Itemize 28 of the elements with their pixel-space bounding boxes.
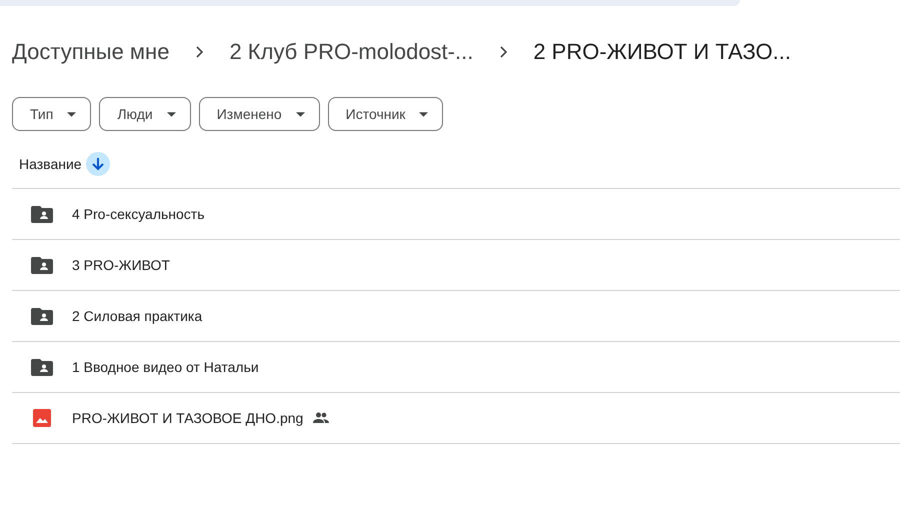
shared-folder-icon xyxy=(31,357,53,377)
breadcrumb-link[interactable]: Доступные мне xyxy=(12,39,170,65)
filter-chip[interactable]: Люди xyxy=(99,97,191,131)
file-row[interactable]: 3 PRO-ЖИВОТ xyxy=(12,240,900,291)
caret-icon xyxy=(296,112,305,116)
file-name: 1 Вводное видео от Натальи xyxy=(72,359,259,375)
column-header[interactable]: Название xyxy=(19,156,82,172)
filter-chip[interactable]: Тип xyxy=(12,97,92,131)
breadcrumb-link[interactable]: 2 PRO-ЖИВОТ И ТАЗО... xyxy=(533,39,791,65)
caret-icon xyxy=(419,112,428,116)
filter-chip[interactable]: Источник xyxy=(328,97,444,131)
file-name: PRO-ЖИВОТ И ТАЗОВОЕ ДНО.png xyxy=(72,410,304,426)
file-name: 2 Силовая практика xyxy=(72,308,202,324)
shared-folder-icon xyxy=(31,255,53,275)
filter-chip[interactable]: Изменено xyxy=(198,97,320,131)
caret-icon xyxy=(166,112,176,116)
people-icon xyxy=(313,412,330,424)
file-row[interactable]: 2 Силовая практика xyxy=(12,291,900,342)
caret-icon xyxy=(67,112,76,116)
shared-folder-icon xyxy=(31,204,53,224)
file-name: 4 Pro-сексуальность xyxy=(72,206,205,222)
file-row[interactable]: 4 Pro-сексуальность xyxy=(12,189,900,240)
breadcrumb-link[interactable]: 2 Клуб PRO-molodost-... xyxy=(229,39,474,65)
file-name: 3 PRO-ЖИВОТ xyxy=(72,257,170,273)
shared-folder-icon xyxy=(31,306,53,326)
file-row[interactable]: 1 Вводное видео от Натальи xyxy=(12,342,900,393)
file-row[interactable]: PRO-ЖИВОТ И ТАЗОВОЕ ДНО.png xyxy=(12,393,900,444)
image-icon xyxy=(31,408,53,428)
